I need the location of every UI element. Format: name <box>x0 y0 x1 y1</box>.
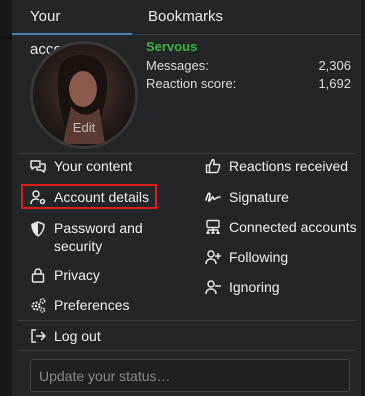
menu-item-label: Log out <box>54 328 101 344</box>
background-left <box>0 0 12 396</box>
stat-messages-value: 2,306 <box>318 58 351 73</box>
divider <box>17 153 356 154</box>
menu-item-label: Your content <box>54 158 133 174</box>
account-details-highlight <box>21 184 157 209</box>
lock-icon <box>31 268 45 283</box>
username[interactable]: Servous <box>146 39 197 54</box>
menu-item-label: Signature <box>229 189 289 205</box>
menu-item-label: Privacy <box>54 267 100 283</box>
tab-your-account[interactable]: Your account <box>12 0 132 58</box>
signature-icon <box>205 192 221 202</box>
status-update-input[interactable] <box>30 359 350 392</box>
comments-icon <box>30 160 46 173</box>
tab-bookmarks[interactable]: Bookmarks <box>130 0 241 33</box>
menu-item-label: Following <box>229 249 289 265</box>
shield-icon <box>31 221 45 237</box>
avatar[interactable]: Edit <box>30 41 138 149</box>
divider <box>17 320 356 321</box>
thumbs-up-icon <box>205 158 221 174</box>
divider <box>17 350 356 351</box>
stat-messages: Messages: 2,306 <box>146 58 351 73</box>
menu-item-label: Password and security <box>54 220 143 254</box>
avatar-edit-label[interactable]: Edit <box>33 120 135 135</box>
menu-item-label: Ignoring <box>229 279 280 295</box>
menu-item-label: Preferences <box>54 297 130 313</box>
stat-reaction-score-label: Reaction score: <box>146 76 237 91</box>
menu-item-label: Connected accounts <box>229 219 357 235</box>
user-plus-icon <box>205 250 221 265</box>
stat-reaction-score: Reaction score: 1,692 <box>146 76 351 91</box>
sign-out-icon <box>31 329 46 343</box>
cogs-icon <box>31 297 46 313</box>
background-line <box>0 36 12 39</box>
menu-tabs: Your account Bookmarks <box>12 0 361 58</box>
menu-item-label: Reactions received <box>229 158 349 174</box>
stat-reaction-score-value: 1,692 <box>318 76 351 91</box>
network-icon <box>206 219 220 234</box>
stat-messages-label: Messages: <box>146 58 209 73</box>
user-minus-icon <box>205 280 221 295</box>
account-menu-panel: Your account Bookmarks Edit Servous Mess… <box>12 0 361 396</box>
